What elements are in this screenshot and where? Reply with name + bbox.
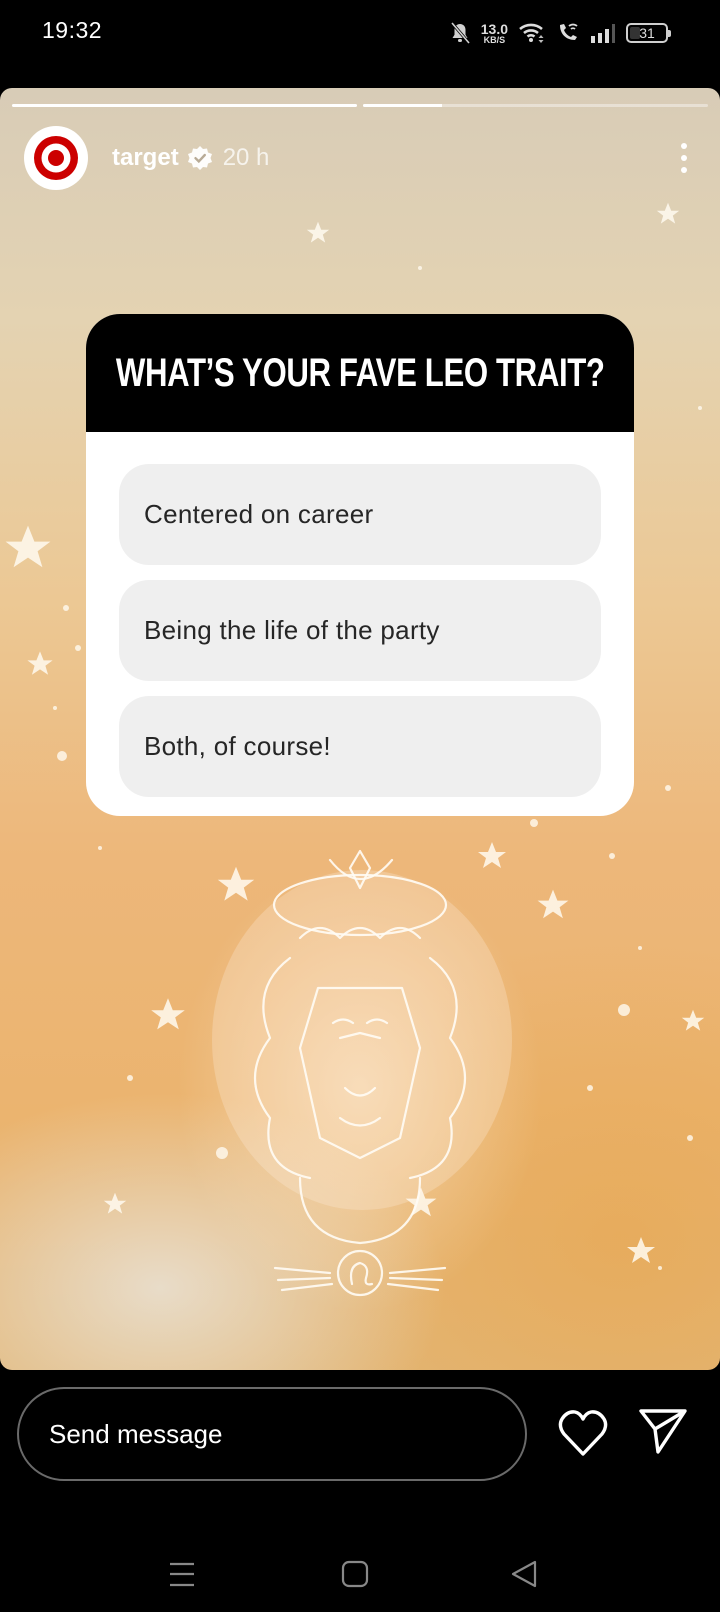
battery-icon: 31 <box>626 23 671 43</box>
star-icon <box>656 202 680 224</box>
back-icon[interactable] <box>505 1554 545 1594</box>
story-segment-fill <box>12 104 357 107</box>
verified-badge-icon <box>187 146 212 170</box>
story-segment <box>12 104 357 107</box>
recents-icon[interactable] <box>162 1554 202 1594</box>
send-message-placeholder: Send message <box>49 1418 223 1449</box>
story-time: 20 h <box>222 144 270 171</box>
status-bar: 19:32 13.0 KB/S 31 <box>0 0 720 70</box>
star-icon <box>27 651 53 675</box>
mute-icon <box>450 22 470 44</box>
star-icon <box>306 221 330 243</box>
avatar[interactable] <box>24 126 88 190</box>
more-options-button[interactable] <box>672 138 696 178</box>
story-segment <box>363 104 708 107</box>
poll-option[interactable]: Being the life of the party <box>119 580 601 681</box>
send-message-input[interactable]: Send message <box>17 1387 527 1481</box>
star-icon <box>151 998 185 1030</box>
poll-header: WHAT’S YOUR FAVE LEO TRAIT? <box>86 314 634 432</box>
poll-sticker: WHAT’S YOUR FAVE LEO TRAIT? Centered on … <box>86 314 634 816</box>
network-speed: 13.0 KB/S <box>480 20 508 45</box>
wifi-icon <box>519 23 544 43</box>
leo-lion-illustration <box>212 849 512 1297</box>
heart-icon[interactable] <box>557 1408 609 1458</box>
star-icon <box>681 1009 705 1031</box>
story-header: target 20 h <box>24 126 696 190</box>
story-segment-fill <box>363 104 443 107</box>
wifi-calling-icon <box>560 23 578 40</box>
signal-icon <box>591 24 615 43</box>
poll-option[interactable]: Both, of course! <box>119 696 601 797</box>
star-icon <box>5 525 51 568</box>
star-icon <box>478 842 506 868</box>
send-icon[interactable] <box>638 1407 688 1455</box>
poll-option[interactable]: Centered on career <box>119 464 601 565</box>
story-progress <box>12 104 708 107</box>
target-logo-icon <box>34 136 78 180</box>
more-vertical-icon <box>681 143 687 149</box>
poll-options: Centered on career Being the life of the… <box>86 432 634 797</box>
story-viewer[interactable]: target 20 h WHAT’S YOUR FAVE LEO TRAIT? … <box>0 88 720 1370</box>
star-icon <box>103 1192 127 1214</box>
status-time: 19:32 <box>42 17 103 43</box>
star-icon <box>537 889 569 919</box>
star-icon <box>627 1237 655 1263</box>
status-icons: 13.0 KB/S 31 <box>449 18 671 48</box>
poll-question: WHAT’S YOUR FAVE LEO TRAIT? <box>115 350 605 395</box>
system-nav-bar <box>0 1540 720 1612</box>
home-icon[interactable] <box>335 1554 375 1594</box>
star-icon <box>217 866 255 901</box>
username[interactable]: target <box>112 144 179 172</box>
star-icon <box>405 1187 437 1217</box>
